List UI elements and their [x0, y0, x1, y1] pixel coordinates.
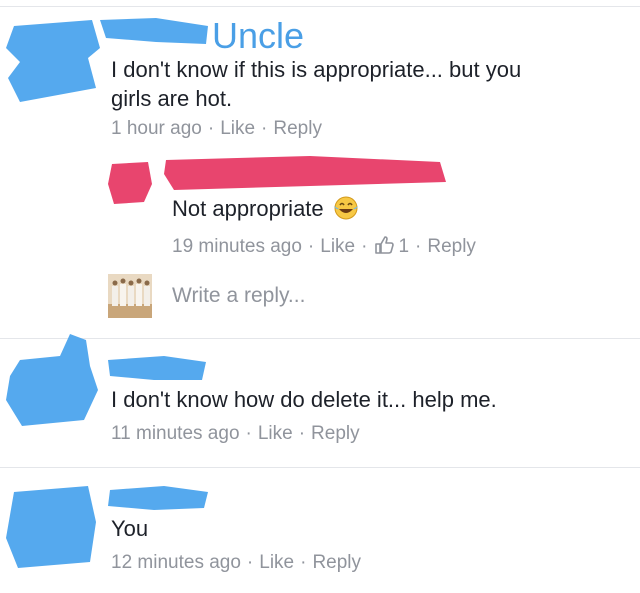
redacted-name-2: [164, 156, 446, 190]
redacted-name-3: [108, 356, 206, 380]
user-profile-photo: [108, 274, 152, 318]
thumbs-up-icon: [375, 236, 395, 254]
redacted-name-1: [100, 18, 208, 44]
comment-3-like-link[interactable]: Like: [258, 423, 293, 445]
comment-text-2: Not appropriate: [172, 194, 360, 223]
meta-dot: ·: [245, 423, 252, 444]
comment-4-like-link[interactable]: Like: [259, 552, 294, 574]
redacted-avatar-2: [108, 162, 152, 204]
redacted-avatar-3: [6, 334, 98, 426]
comment-3-reply-link[interactable]: Reply: [311, 423, 360, 445]
comment-1-reply-link[interactable]: Reply: [273, 118, 322, 140]
meta-dot: ·: [361, 236, 368, 257]
meta-dot: ·: [246, 552, 254, 573]
comment-4-time: 12 minutes ago: [111, 552, 241, 573]
comment-2-reaction-count: 1: [398, 236, 410, 257]
meta-dot: ·: [300, 552, 307, 573]
comment-text-4: You: [111, 516, 149, 541]
comment-3-time: 11 minutes ago: [111, 423, 240, 444]
comment-1-like-link[interactable]: Like: [220, 118, 255, 140]
redacted-avatar-1: [6, 20, 100, 102]
meta-dot: ·: [307, 236, 315, 257]
comment-1-time: 1 hour ago: [111, 118, 202, 139]
comment-2-time: 19 minutes ago: [172, 236, 302, 257]
author-label-uncle: Uncle: [212, 15, 305, 56]
comment-2-reply-link[interactable]: Reply: [427, 236, 476, 258]
top-divider: [0, 6, 640, 7]
meta-dot: ·: [207, 118, 215, 139]
comment-2-text: Not appropriate: [172, 196, 324, 221]
meta-dot: ·: [415, 236, 422, 257]
comment-1-line-2: girls are hot.: [111, 86, 233, 111]
comment-4-reply-link[interactable]: Reply: [312, 552, 361, 574]
meta-dot: ·: [298, 423, 306, 444]
comment-1-line-1: I don't know if this is appropriate... b…: [111, 57, 522, 82]
laughing-crying-emoji-icon: [333, 196, 358, 220]
comment-text-1: I don't know if this is appropriate... b…: [111, 55, 631, 113]
meta-dot: ·: [261, 118, 268, 139]
comment-2-meta: 19 minutes ago · Like · 1 · Reply: [172, 235, 476, 258]
comment-4-meta: 12 minutes ago · Like · Reply: [111, 552, 361, 574]
comment-2-like-link[interactable]: Like: [320, 236, 355, 258]
write-reply-input[interactable]: Write a reply...: [172, 284, 305, 308]
comment-divider: [0, 467, 640, 468]
comment-3-meta: 11 minutes ago · Like · Reply: [111, 423, 360, 445]
comment-1-meta: 1 hour ago · Like · Reply: [111, 118, 322, 140]
comment-text-3: I don't know how do delete it... help me…: [111, 387, 497, 412]
redacted-avatar-4: [6, 486, 96, 568]
redacted-name-4: [108, 486, 208, 510]
